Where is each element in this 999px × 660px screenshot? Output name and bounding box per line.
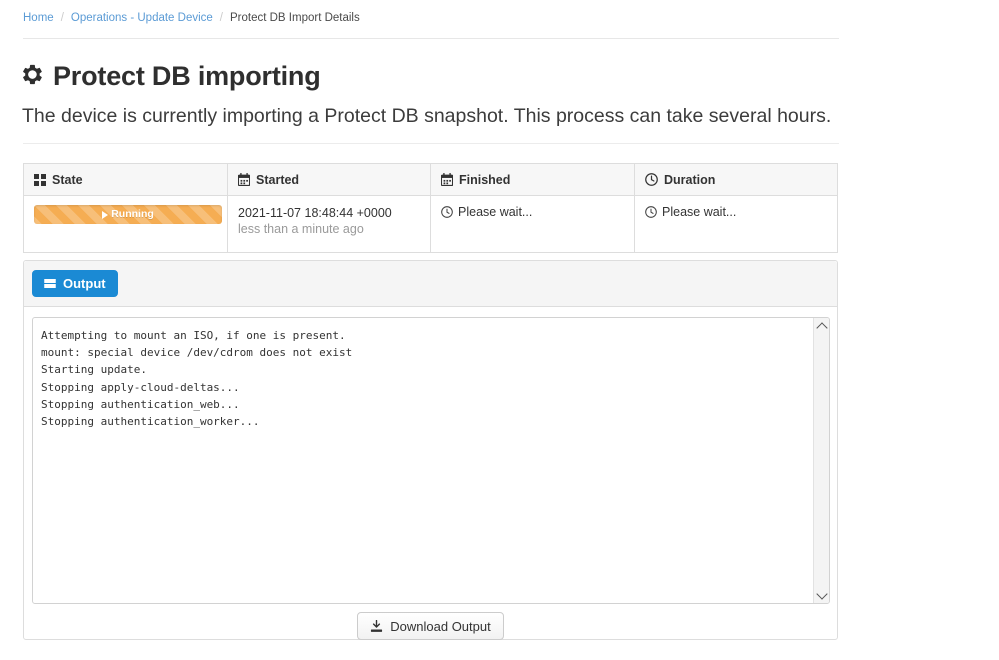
scroll-down-icon[interactable] [814,587,829,603]
page-title: Protect DB importing [21,58,321,94]
page-root: Home / Operations - Update Device / Prot… [0,0,999,660]
breadcrumb-item-current: Protect DB Import Details [230,12,360,24]
column-header-label: Duration [664,172,716,187]
page-lead-text: The device is currently importing a Prot… [22,105,832,127]
gear-icon [21,63,44,91]
finished-text: Please wait... [458,205,533,219]
output-log-scrollbar[interactable] [813,318,829,603]
column-header-started: Started [227,163,431,196]
status-progress-bar: Running [34,205,222,224]
calendar-icon [441,173,453,186]
cell-started: 2021-11-07 18:48:44 +0000 less than a mi… [227,195,431,253]
output-panel-header: Output [24,261,837,307]
column-header-state: State [23,163,228,196]
clock-icon [645,206,657,218]
breadcrumb-item-operations[interactable]: Operations - Update Device [71,10,213,26]
started-relative: less than a minute ago [238,222,364,236]
clock-icon [441,206,453,218]
table-row: Running 2021-11-07 18:48:44 +0000 less t… [23,195,838,253]
scroll-up-icon[interactable] [814,318,829,334]
output-tab-button[interactable]: Output [32,270,118,297]
status-label: Running [111,208,154,220]
calendar-icon [238,173,250,186]
column-header-duration: Duration [634,163,838,196]
breadcrumb-separator: / [60,12,64,24]
status-badge: Running [102,205,154,224]
cell-duration: Please wait... [635,196,838,253]
column-header-finished: Finished [430,163,635,196]
started-timestamp: 2021-11-07 18:48:44 +0000 [238,206,392,220]
breadcrumb-divider [23,38,839,39]
duration-text: Please wait... [662,205,737,219]
output-button-label: Output [63,276,106,291]
column-header-label: Started [256,172,300,187]
output-log-text: Attempting to mount an ISO, if one is pr… [41,329,353,429]
breadcrumb-separator: / [219,12,223,24]
list-icon [44,279,56,288]
column-header-label: Finished [459,172,511,187]
download-icon [370,619,383,633]
output-panel-footer: Download Output [24,604,837,648]
lead-divider [23,143,839,144]
play-icon [102,210,109,219]
breadcrumb-item-home[interactable]: Home [23,10,54,26]
cell-finished: Please wait... [430,195,635,253]
status-table-head: State Started Finished Duration [23,163,838,196]
cell-state: Running [23,195,228,253]
status-table: State Started Finished Duration Running … [23,163,838,253]
output-panel-body: Attempting to mount an ISO, if one is pr… [24,307,837,604]
download-button-label: Download Output [390,618,491,634]
page-title-text: Protect DB importing [53,61,321,91]
column-header-label: State [52,172,83,187]
download-output-button[interactable]: Download Output [357,612,504,640]
clock-icon [645,173,658,186]
grid-icon [34,173,46,186]
output-log-container[interactable]: Attempting to mount an ISO, if one is pr… [32,317,830,604]
status-table-body: Running 2021-11-07 18:48:44 +0000 less t… [23,195,838,253]
breadcrumb: Home / Operations - Update Device / Prot… [23,6,839,30]
table-header-row: State Started Finished Duration [23,163,838,196]
output-panel: Output Attempting to mount an ISO, if on… [23,260,838,640]
